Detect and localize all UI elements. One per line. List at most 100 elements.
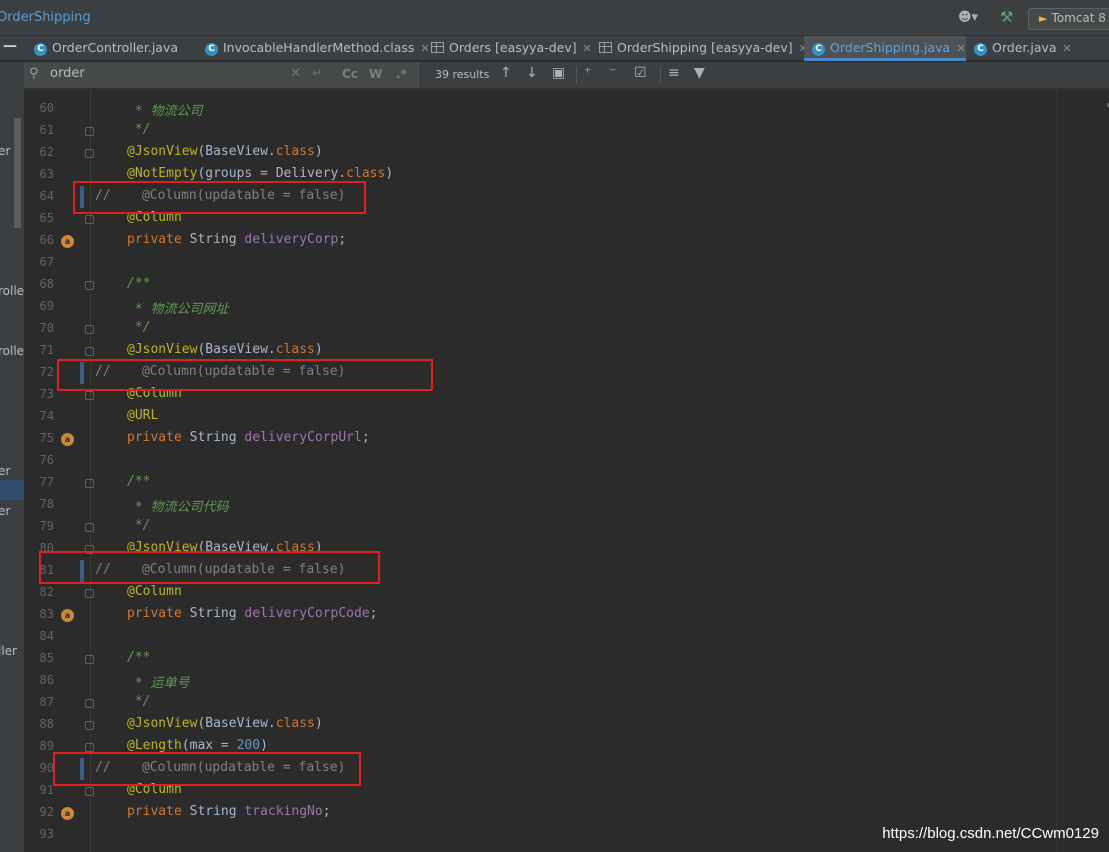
project-item[interactable]: rolle [0,284,24,298]
clear-icon[interactable]: ✕ [290,66,301,81]
code-line[interactable]: */ [127,694,151,709]
code-line[interactable]: */ [127,122,151,137]
separator [660,66,661,84]
project-panel-strip: er rolle rolle er er ller [0,62,24,852]
code-line[interactable]: */ [127,320,151,335]
line-number: 70 [39,321,54,335]
code-line[interactable]: private String deliveryCorpUrl; [127,430,370,445]
line-number: 67 [39,255,54,269]
line-number: 63 [39,167,54,181]
history-icon[interactable]: ↵ [312,66,322,80]
tab-order-java[interactable]: C Order.java ✕ [966,36,1076,61]
fold-toggle-icon[interactable] [85,215,94,224]
breadcrumb[interactable]: OrderShipping [0,10,91,25]
code-line[interactable]: @JsonView(BaseView.class) [127,716,323,731]
code-line[interactable]: @JsonView(BaseView.class) [127,144,323,159]
line-number: 75 [39,431,54,445]
tab-ordershipping-java[interactable]: C OrderShipping.java ✕ [804,36,966,61]
project-item[interactable]: ller [0,644,17,658]
build-hammer-icon[interactable]: ⚒ [1000,8,1013,26]
fold-toggle-icon[interactable] [85,589,94,598]
fold-toggle-icon[interactable] [85,325,94,334]
fold-toggle-icon[interactable] [85,743,94,752]
find-bar: ⚲ ✕ ↵ Cc W .* 39 results ↑ ↓ ▣ ⁺ ⁻ ☑ ≡ ▼ [24,62,1109,89]
code-line[interactable]: @Length(max = 200) [127,738,268,753]
code-line[interactable]: private String deliveryCorp; [127,232,346,247]
annotation-gutter-icon[interactable]: a [61,433,74,446]
annotation-gutter-icon[interactable]: a [61,807,74,820]
code-line[interactable]: /** [127,276,150,291]
code-line[interactable]: */ [127,518,151,533]
code-line[interactable]: @JsonView(BaseView.class) [127,342,323,357]
user-icon[interactable]: ☻▾ [958,10,986,26]
fold-toggle-icon[interactable] [85,479,94,488]
close-icon[interactable]: ✕ [956,42,965,55]
watermark-text: https://blog.csdn.net/CCwm0129 [882,825,1099,842]
regex-toggle[interactable]: .* [396,67,407,81]
select-occurrences-icon[interactable]: ☑ [634,65,647,81]
code-line[interactable]: private String deliveryCorpCode; [127,606,377,621]
annotation-gutter-icon[interactable]: a [61,235,74,248]
fold-toggle-icon[interactable] [85,391,94,400]
fold-toggle-icon[interactable] [85,149,94,158]
remove-occurrence-icon[interactable]: ⁻ [609,65,616,81]
project-item[interactable]: rolle [0,344,24,358]
code-line[interactable]: /** [127,474,150,489]
filter-lines-icon[interactable]: ≡ [668,65,680,81]
project-item[interactable]: er [0,504,10,518]
code-line[interactable]: @Column [127,584,182,599]
line-number: 88 [39,717,54,731]
close-icon[interactable]: ✕ [1063,42,1072,55]
fold-toggle-icon[interactable] [85,281,94,290]
tab-label: OrderController.java [52,40,179,55]
add-occurrence-icon[interactable]: ⁺ [584,65,591,81]
run-config-select[interactable]: ► Tomcat 8 [1028,8,1109,30]
line-number: 72 [39,365,54,379]
code-line[interactable]: * 物流公司网址 [127,298,229,317]
line-number: 89 [39,739,54,753]
title-bar: OrderShipping ☻▾ ⚒ ► Tomcat 8 [0,0,1109,36]
line-number: 86 [39,673,54,687]
fold-toggle-icon[interactable] [85,787,94,796]
fold-toggle-icon[interactable] [85,347,94,356]
filter-icon[interactable]: ▼ [694,65,705,81]
class-icon: C [812,43,825,56]
match-case-toggle[interactable]: Cc [342,67,358,81]
code-line[interactable]: * 物流公司 [127,100,203,119]
tab-invocable-handler[interactable]: C InvocableHandlerMethod.class ✕ [197,36,430,61]
minimize-icon[interactable]: — [3,38,17,54]
project-item[interactable]: er [0,144,10,158]
search-icon[interactable]: ⚲ [29,66,39,81]
tab-order-controller[interactable]: C OrderController.java [26,36,197,61]
fold-toggle-icon[interactable] [85,127,94,136]
code-line[interactable]: * 物流公司代码 [127,496,229,515]
code-line[interactable]: * 运单号 [127,672,190,691]
fold-toggle-icon[interactable] [85,721,94,730]
annotation-gutter-icon[interactable]: a [61,609,74,622]
whole-words-toggle[interactable]: W [369,67,382,81]
line-number: 91 [39,783,54,797]
line-number: 66 [39,233,54,247]
tab-label: Orders [easyya-dev] [449,40,577,55]
code-line[interactable]: @URL [127,408,158,423]
tab-ordershipping-db[interactable]: OrderShipping [easyya-dev]✕ [591,36,808,61]
line-number: 93 [39,827,54,841]
tomcat-icon: ► [1039,12,1048,25]
code-line[interactable]: @NotEmpty(groups = Delivery.class) [127,166,393,181]
arrow-down-icon[interactable]: ↓ [526,65,538,81]
select-all-icon[interactable]: ▣ [552,65,565,81]
arrow-up-icon[interactable]: ↑ [500,65,512,81]
code-line[interactable]: /** [127,650,150,665]
search-input[interactable] [50,66,300,81]
class-icon: C [34,43,47,56]
code-line[interactable]: private String trackingNo; [127,804,331,819]
tab-label: Order.java [992,40,1057,55]
tab-orders-db[interactable]: Orders [easyya-dev] ✕ [423,36,592,61]
fold-toggle-icon[interactable] [85,523,94,532]
fold-toggle-icon[interactable] [85,655,94,664]
project-item[interactable]: er [0,464,10,478]
scrollbar[interactable] [14,118,21,228]
line-number: 87 [39,695,54,709]
fold-toggle-icon[interactable] [85,699,94,708]
line-number: 85 [39,651,54,665]
